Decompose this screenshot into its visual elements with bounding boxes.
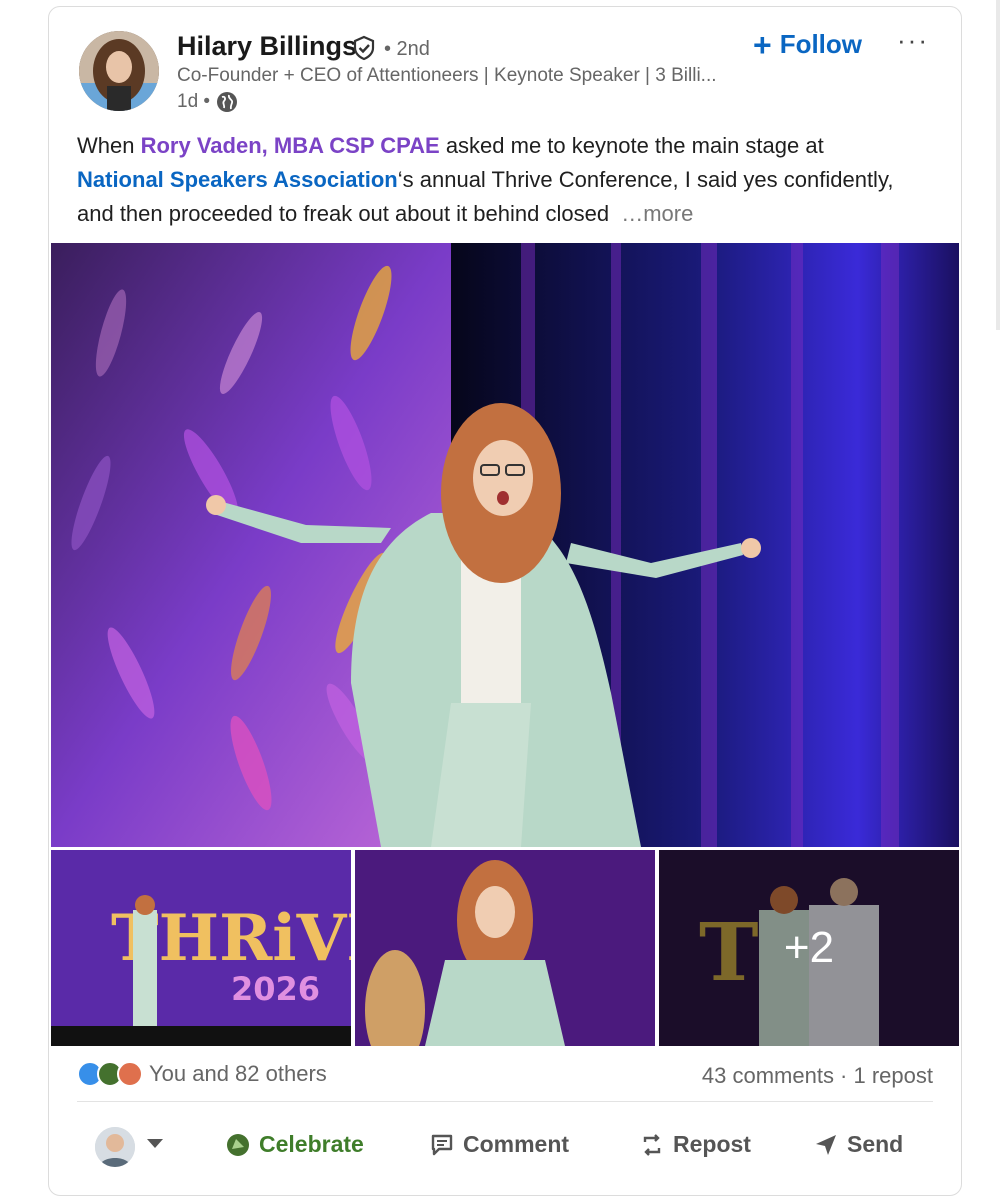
author-avatar[interactable] [79, 31, 159, 111]
celebrate-label: Celebrate [259, 1131, 364, 1157]
send-label: Send [847, 1131, 904, 1157]
divider [77, 1101, 933, 1102]
celebrate-button[interactable]: Celebrate [225, 1131, 364, 1158]
reactions-text: You and 82 others [149, 1061, 327, 1086]
connection-degree: • 2nd [384, 38, 430, 60]
post-thumbnail-image[interactable] [355, 850, 655, 1046]
post-text-part: When [77, 133, 141, 158]
post-thumbnail-image[interactable]: T +2 [659, 850, 959, 1046]
author-headline: Co-Founder + CEO of Attentioneers | Keyn… [177, 65, 717, 86]
adjacent-panel-edge [996, 0, 1000, 330]
repost-label: Repost [673, 1131, 751, 1157]
follow-label: Follow [779, 29, 863, 59]
mention-person-link[interactable]: Rory Vaden, MBA CSP CPAE [141, 133, 440, 158]
celebrate-icon [227, 1133, 249, 1156]
plus-icon: + [753, 26, 772, 63]
love-reaction-icon [117, 1061, 143, 1087]
follow-button[interactable]: + Follow [753, 26, 863, 63]
more-images-count: +2 [659, 850, 959, 1046]
reactions-summary[interactable]: You and 82 others [77, 1061, 327, 1087]
comment-label: Comment [463, 1131, 570, 1157]
post-main-image[interactable] [51, 243, 959, 847]
post-thumbnail-image[interactable]: THRiVE 2026 [51, 850, 351, 1046]
globe-icon [217, 92, 238, 112]
svg-text:2026: 2026 [231, 970, 320, 1008]
post-card: Hilary Billings • 2nd Co-Founder + CEO o… [48, 6, 962, 1196]
mention-org-link[interactable]: National Speakers Association [77, 167, 398, 192]
more-options-button[interactable]: ··· [897, 25, 929, 56]
post-body: When Rory Vaden, MBA CSP CPAE asked me t… [77, 129, 897, 231]
comments-reposts-count[interactable]: 43 comments · 1 repost [702, 1063, 933, 1089]
repost-button[interactable]: Repost [639, 1131, 751, 1158]
reaction-picker-caret-icon[interactable] [147, 1139, 163, 1148]
action-bar: Celebrate Comment Repost Send [49, 1117, 961, 1177]
post-text-part: asked me to keynote the main stage at [439, 133, 824, 158]
post-meta: 1d • [177, 91, 238, 113]
comment-button[interactable]: Comment [429, 1131, 569, 1158]
reaction-icons [77, 1061, 143, 1087]
repost-icon [643, 1133, 661, 1156]
post-time: 1d • [177, 91, 211, 112]
send-icon [816, 1134, 836, 1155]
author-name[interactable]: Hilary Billings [177, 31, 357, 62]
see-more-link[interactable]: …more [621, 201, 693, 226]
comment-icon [431, 1134, 453, 1155]
verified-icon [353, 35, 375, 61]
my-avatar[interactable] [95, 1127, 135, 1167]
send-button[interactable]: Send [813, 1131, 903, 1158]
